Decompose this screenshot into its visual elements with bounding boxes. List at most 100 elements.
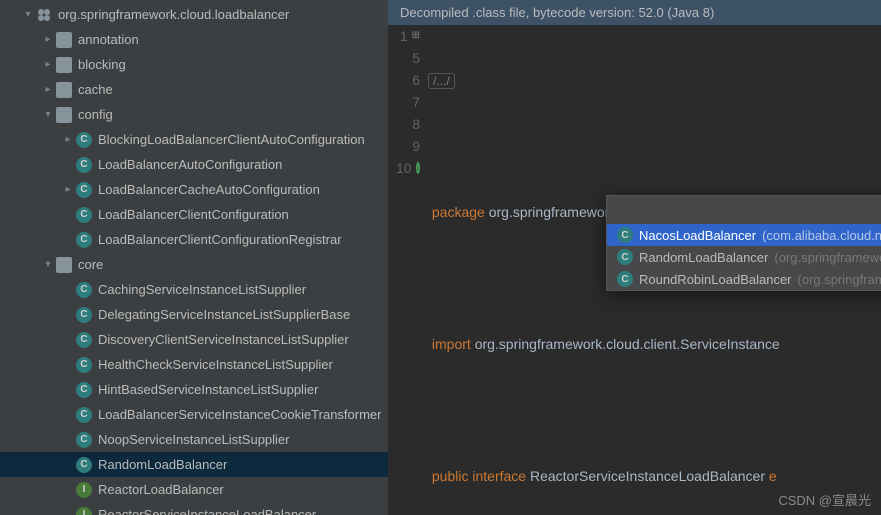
fold-plus-icon[interactable]: ⊞ — [412, 25, 420, 47]
tree-label: ReactorLoadBalancer — [98, 482, 224, 497]
choose-implementation-popup[interactable]: Choose Implementation C NacosLoadBalance… — [606, 195, 881, 291]
tree-class-selected[interactable]: CRandomLoadBalancer — [0, 452, 388, 477]
tree-class[interactable]: C NoopServiceInstanceListSupplier — [0, 427, 388, 452]
kw-extends: e — [769, 468, 777, 484]
class-icon: C — [617, 271, 633, 287]
class-icon: C — [76, 182, 92, 198]
chevron-right-icon: ▸ — [60, 184, 76, 195]
project-tree[interactable]: ▾ org.springframework.cloud.loadbalancer… — [0, 0, 388, 515]
popup-location: (org.springframework.cloud.loadbalancer.… — [798, 272, 881, 287]
tree-class[interactable]: C DelegatingServiceInstanceListSupplierBa… — [0, 302, 388, 327]
popup-class-name: RoundRobinLoadBalancer — [639, 272, 792, 287]
tree-interface[interactable]: I ReactorServiceInstanceLoadBalancer — [0, 502, 388, 515]
popup-header: Choose Implementation — [607, 196, 881, 224]
tree-class[interactable]: ▸CLoadBalancerCacheAutoConfiguration — [0, 177, 388, 202]
kw-interface: interface — [472, 468, 526, 484]
tree-label: DelegatingServiceInstanceListSupplierBas… — [98, 307, 350, 322]
code-fold[interactable]: /.../ — [428, 73, 455, 89]
tree-label: annotation — [78, 32, 139, 47]
kw-package: package — [432, 204, 485, 220]
tree-label: ReactorServiceInstanceLoadBalancer — [98, 507, 316, 515]
chevron-right-icon: ▸ — [40, 84, 56, 95]
line-number: 9 — [412, 135, 420, 157]
tree-class[interactable]: C LoadBalancerServiceInstanceCookieTransf… — [0, 402, 388, 427]
popup-location: (com.alibaba.cloud.nacos.loadbalancer) — [762, 228, 881, 243]
tree-label: blocking — [78, 57, 126, 72]
folder-icon — [56, 257, 72, 273]
line-number: 7 — [412, 91, 420, 113]
interface-name: ReactorServiceInstanceLoadBalancer — [530, 468, 765, 484]
package-icon — [36, 7, 52, 23]
line-number: 10 — [396, 157, 412, 179]
tree-label: DiscoveryClientServiceInstanceListSuppli… — [98, 332, 349, 347]
tree-class[interactable]: C HintBasedServiceInstanceListSupplier — [0, 377, 388, 402]
tree-class[interactable]: C CachingServiceInstanceListSupplier — [0, 277, 388, 302]
tree-class[interactable]: C LoadBalancerClientConfigurationRegistra… — [0, 227, 388, 252]
implementations-gutter-icon[interactable]: ↓ — [416, 162, 420, 174]
class-icon: C — [76, 357, 92, 373]
popup-location: (org.springframework.cloud.loadbalancer.… — [774, 250, 881, 265]
tree-label: RandomLoadBalancer — [98, 457, 227, 472]
tree-folder-blocking[interactable]: ▸ blocking — [0, 52, 388, 77]
class-icon: C — [76, 307, 92, 323]
kw-import: import — [432, 336, 471, 352]
folder-icon — [56, 82, 72, 98]
popup-item-selected[interactable]: C NacosLoadBalancer (com.alibaba.cloud.n… — [607, 224, 881, 246]
popup-item[interactable]: C RoundRobinLoadBalancer (org.springfram… — [607, 268, 881, 290]
interface-icon: I — [76, 507, 92, 515]
tree-class[interactable]: C HealthCheckServiceInstanceListSupplier — [0, 352, 388, 377]
tree-label: LoadBalancerAutoConfiguration — [98, 157, 282, 172]
tree-label: org.springframework.cloud.loadbalancer — [58, 7, 289, 22]
popup-item[interactable]: C RandomLoadBalancer (org.springframewor… — [607, 246, 881, 268]
tree-label: LoadBalancerClientConfiguration — [98, 207, 289, 222]
line-number: 6 — [412, 69, 420, 91]
line-number: 8 — [412, 113, 420, 135]
gutter: 1⊞ 5 6 7 8 9 10↓ — [388, 25, 428, 515]
editor-pane: Decompiled .class file, bytecode version… — [388, 0, 881, 515]
line-number: 1 — [400, 25, 408, 47]
chevron-down-icon: ▾ — [20, 9, 36, 20]
interface-icon: I — [76, 482, 92, 498]
class-icon: C — [76, 282, 92, 298]
decompiled-banner: Decompiled .class file, bytecode version… — [388, 0, 881, 25]
class-icon: C — [76, 207, 92, 223]
class-icon: C — [76, 407, 92, 423]
folder-icon — [56, 57, 72, 73]
tree-label: LoadBalancerServiceInstanceCookieTransfo… — [98, 407, 382, 422]
tree-interface[interactable]: I ReactorLoadBalancer — [0, 477, 388, 502]
tree-label: NoopServiceInstanceListSupplier — [98, 432, 290, 447]
tree-label: CachingServiceInstanceListSupplier — [98, 282, 306, 297]
tree-folder-cache[interactable]: ▸ cache — [0, 77, 388, 102]
class-icon: C — [617, 249, 633, 265]
chevron-right-icon: ▸ — [40, 34, 56, 45]
tree-class[interactable]: C LoadBalancerAutoConfiguration — [0, 152, 388, 177]
tree-folder-core[interactable]: ▾ core — [0, 252, 388, 277]
class-icon: C — [76, 332, 92, 348]
tree-package-root[interactable]: ▾ org.springframework.cloud.loadbalancer — [0, 2, 388, 27]
tree-folder-annotation[interactable]: ▸ annotation — [0, 27, 388, 52]
tree-label: core — [78, 257, 103, 272]
tree-folder-config[interactable]: ▾config — [0, 102, 388, 127]
class-icon: C — [617, 227, 633, 243]
tree-label: BlockingLoadBalancerClientAutoConfigurat… — [98, 132, 365, 147]
class-icon: C — [76, 382, 92, 398]
tree-label: LoadBalancerClientConfigurationRegistrar — [98, 232, 342, 247]
class-icon: C — [76, 432, 92, 448]
tree-class[interactable]: C LoadBalancerClientConfiguration — [0, 202, 388, 227]
class-icon: C — [76, 232, 92, 248]
tree-class[interactable]: C DiscoveryClientServiceInstanceListSuppl… — [0, 327, 388, 352]
import-name: org.springframework.cloud.client.Service… — [475, 336, 780, 352]
tree-class[interactable]: ▸C BlockingLoadBalancerClientAutoConfigur… — [0, 127, 388, 152]
watermark: CSDN @宣晨光 — [778, 490, 871, 509]
chevron-down-icon: ▾ — [40, 259, 56, 270]
chevron-right-icon: ▸ — [40, 59, 56, 70]
chevron-right-icon: ▸ — [60, 134, 76, 145]
tree-label: HealthCheckServiceInstanceListSupplier — [98, 357, 333, 372]
popup-class-name: RandomLoadBalancer — [639, 250, 768, 265]
class-icon: C — [76, 132, 92, 148]
class-icon: C — [76, 157, 92, 173]
tree-label: HintBasedServiceInstanceListSupplier — [98, 382, 318, 397]
tree-label: cache — [78, 82, 113, 97]
popup-class-name: NacosLoadBalancer — [639, 228, 756, 243]
folder-icon — [56, 32, 72, 48]
